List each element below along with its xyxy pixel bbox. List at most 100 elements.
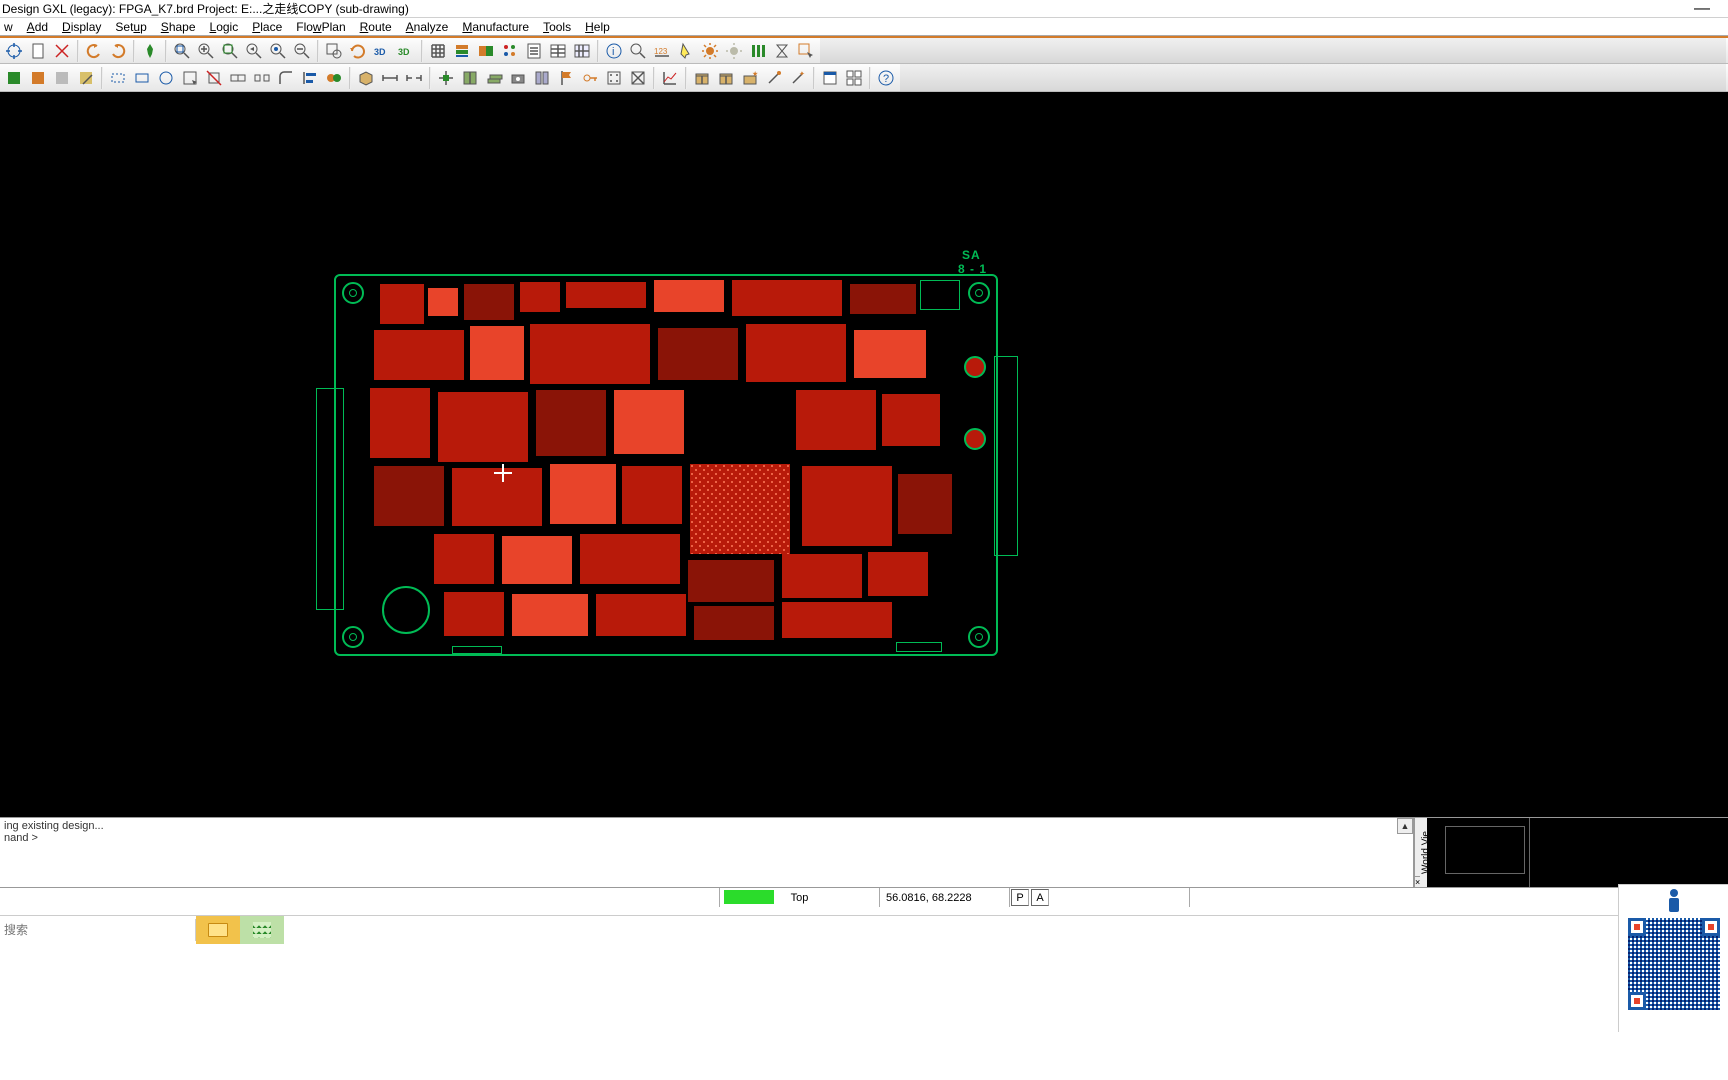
hourglass-icon[interactable] <box>770 39 794 63</box>
mounting-hole <box>968 626 990 648</box>
status-toggle-a[interactable]: A <box>1031 889 1049 906</box>
menu-shape[interactable]: Shape <box>161 20 196 34</box>
design-canvas[interactable]: SA 8 - 1 <box>0 92 1728 817</box>
shape-off-icon[interactable] <box>50 66 74 90</box>
shape-outline-icon[interactable] <box>26 66 50 90</box>
bars-icon[interactable] <box>746 39 770 63</box>
find-icon[interactable] <box>626 39 650 63</box>
table-icon[interactable] <box>546 39 570 63</box>
flag-icon[interactable] <box>554 66 578 90</box>
world-view-toggle[interactable]: × World Vie <box>1414 818 1427 887</box>
select-rect-icon[interactable] <box>178 66 202 90</box>
wand-icon[interactable] <box>762 66 786 90</box>
fanout-icon[interactable] <box>434 66 458 90</box>
trim-icon[interactable] <box>202 66 226 90</box>
zoom-window-icon[interactable] <box>170 39 194 63</box>
zoom-prev-icon[interactable] <box>242 39 266 63</box>
join-icon[interactable] <box>226 66 250 90</box>
menu-display[interactable]: Display <box>62 20 101 34</box>
round-icon[interactable] <box>274 66 298 90</box>
menu-help[interactable]: Help <box>585 20 610 34</box>
sun2-icon[interactable] <box>722 39 746 63</box>
menu-analyze[interactable]: Analyze <box>406 20 449 34</box>
tile-icon[interactable] <box>842 66 866 90</box>
sun-icon[interactable] <box>698 39 722 63</box>
net-b-icon[interactable] <box>626 66 650 90</box>
net-a-icon[interactable] <box>602 66 626 90</box>
mounting-hole <box>968 282 990 304</box>
circular-pad <box>964 428 986 450</box>
menu-file[interactable]: w <box>4 20 13 34</box>
world-view-minimap[interactable] <box>1427 818 1728 887</box>
camera-icon[interactable] <box>506 66 530 90</box>
measure-icon[interactable]: 123 <box>650 39 674 63</box>
command-log[interactable]: ing existing design... nand > ▲ <box>0 818 1413 887</box>
folder-icon <box>208 923 228 937</box>
zoom-in-icon[interactable] <box>194 39 218 63</box>
target-icon[interactable] <box>2 39 26 63</box>
3d-icon[interactable]: 3D <box>370 39 394 63</box>
align-icon[interactable] <box>298 66 322 90</box>
highlight-icon[interactable] <box>674 39 698 63</box>
toolbar-secondary: ★ ✦? <box>0 64 1728 92</box>
menu-flowplan[interactable]: FlowPlan <box>296 20 345 34</box>
gift2-icon[interactable] <box>714 66 738 90</box>
menu-add[interactable]: Add <box>27 20 48 34</box>
package-icon[interactable] <box>354 66 378 90</box>
key-icon[interactable] <box>578 66 602 90</box>
taskbar-allegro-app[interactable] <box>240 916 284 944</box>
stack-icon[interactable] <box>482 66 506 90</box>
menu-route[interactable]: Route <box>360 20 392 34</box>
merge-icon[interactable] <box>322 66 346 90</box>
menu-manufacture[interactable]: Manufacture <box>462 20 529 34</box>
filter-icon[interactable] <box>530 66 554 90</box>
delete-icon[interactable] <box>50 39 74 63</box>
scroll-up-button[interactable]: ▲ <box>1397 818 1413 834</box>
spread-icon[interactable] <box>570 39 594 63</box>
info-icon[interactable]: i <box>602 39 626 63</box>
zoom-out-icon[interactable] <box>290 39 314 63</box>
svg-text:i: i <box>612 46 614 58</box>
book-icon[interactable] <box>458 66 482 90</box>
shape-edit-icon[interactable] <box>74 66 98 90</box>
grid-icon[interactable] <box>426 39 450 63</box>
zoom-fit-icon[interactable] <box>218 39 242 63</box>
redo-icon[interactable] <box>106 39 130 63</box>
menu-place[interactable]: Place <box>252 20 282 34</box>
search-input[interactable] <box>0 919 196 941</box>
pin-icon[interactable] <box>138 39 162 63</box>
window-icon[interactable] <box>818 66 842 90</box>
minimize-button[interactable]: — <box>1694 4 1710 14</box>
menu-tools[interactable]: Tools <box>543 20 571 34</box>
circle-icon[interactable] <box>154 66 178 90</box>
close-icon[interactable]: × <box>1415 876 1420 887</box>
gift3-icon[interactable]: ★ <box>738 66 762 90</box>
dim-h-icon[interactable] <box>378 66 402 90</box>
gift1-icon[interactable] <box>690 66 714 90</box>
status-bar: Top 56.0816, 68.2228 P A Gene <box>0 887 1728 907</box>
help-icon[interactable]: ? <box>874 66 898 90</box>
layers-icon[interactable] <box>450 39 474 63</box>
taskbar-file-explorer[interactable] <box>196 916 240 944</box>
new-icon[interactable] <box>26 39 50 63</box>
status-toggle-p[interactable]: P <box>1011 889 1029 906</box>
gap-icon[interactable] <box>250 66 274 90</box>
3d-alt-icon[interactable]: 3D <box>394 39 418 63</box>
sheet-icon[interactable] <box>522 39 546 63</box>
menu-setup[interactable]: Setup <box>115 20 146 34</box>
dim-gap-icon[interactable] <box>402 66 426 90</box>
cursor-box-icon[interactable] <box>794 39 818 63</box>
palette-icon[interactable] <box>498 39 522 63</box>
rect-icon[interactable] <box>130 66 154 90</box>
silk-label-sa: SA <box>962 248 981 262</box>
layer-pair-icon[interactable] <box>474 39 498 63</box>
menu-logic[interactable]: Logic <box>210 20 239 34</box>
shape-fill-icon[interactable] <box>2 66 26 90</box>
wand2-icon[interactable]: ✦ <box>786 66 810 90</box>
undo-icon[interactable] <box>82 39 106 63</box>
zoom-region-icon[interactable] <box>322 39 346 63</box>
zoom-sel-icon[interactable] <box>266 39 290 63</box>
chart-icon[interactable] <box>658 66 682 90</box>
rect-dash-icon[interactable] <box>106 66 130 90</box>
refresh-icon[interactable] <box>346 39 370 63</box>
